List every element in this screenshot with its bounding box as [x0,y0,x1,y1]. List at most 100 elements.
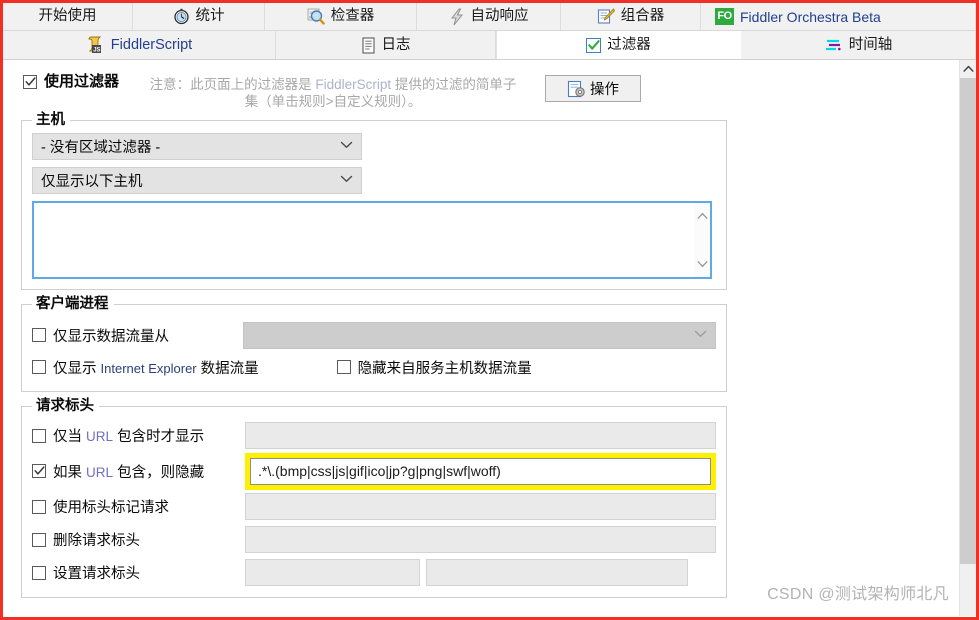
label-part-a: 仅当 [53,429,87,445]
scroll-down-chevron-icon[interactable] [697,255,708,273]
log-page-icon [361,36,376,54]
show-only-hosts-value: 仅显示以下主机 [41,174,143,190]
tab-fiddler-orchestra[interactable]: FO Fiddler Orchestra Beta [701,3,976,30]
request-headers-group: 请求标头 仅当 URL 包含时才显示 如果 URL 包含，则隐藏 .*\.(bm… [21,397,727,598]
zone-filter-select[interactable]: - 没有区域过滤器 - [32,133,362,160]
flag-requests-checkbox[interactable] [32,499,46,514]
note-text-a: 此页面上的过滤器是 [190,77,316,92]
flag-requests-label: 使用标头标记请求 [53,500,169,516]
set-request-header-label: 设置请求标头 [53,566,140,582]
show-traffic-from-label: 仅显示数据流量从 [53,328,169,345]
filters-note: 注意：此页面上的过滤器是 FiddlerScript 提供的过滤的简单子 集（单… [133,75,533,110]
primary-tab-bar: 开始使用 统计 1010 0101 [3,3,976,31]
hosts-textarea[interactable] [32,201,712,279]
hosts-textarea-scrollbar[interactable] [694,203,710,277]
js-scroll-icon: JS [86,36,105,54]
client-process-group: 客户端进程 仅显示数据流量从 仅显示 Internet Explorer 数据流… [21,295,727,392]
chevron-up-icon [962,65,974,72]
tab-get-started[interactable]: 开始使用 [3,3,133,30]
process-select[interactable] [243,321,716,349]
show-ie-traffic-checkbox[interactable] [32,360,46,374]
vertical-scrollbar[interactable] [959,60,976,616]
tab-label: 开始使用 [38,8,97,25]
show-if-url-contains-input[interactable] [245,422,716,449]
tab-label: 组合器 [620,8,665,25]
show-traffic-from-row: 仅显示数据流量从 [32,321,716,349]
delete-request-header-label: 删除请求标头 [53,533,140,549]
tab-label: 时间轴 [848,36,893,53]
tab-statistics[interactable]: 统计 [133,3,265,30]
show-ie-label-b: 数据流量 [196,360,259,377]
set-request-header-name-input[interactable] [245,559,420,586]
tab-label: 检查器 [330,8,375,25]
tab-label: Fiddler Orchestra Beta [740,8,881,25]
show-traffic-from-checkbox[interactable] [32,328,46,342]
fiddler-window: 开始使用 统计 1010 0101 [0,0,979,620]
secondary-tab-bar: JS FiddlerScript 日志 过滤器 时间轴 [3,31,976,60]
client-process-legend: 客户端进程 [32,295,114,313]
clock-icon [173,8,190,25]
tab-label: 日志 [381,36,411,53]
hide-if-url-contains-checkbox[interactable] [32,464,46,478]
check-mark-icon [24,77,36,86]
label-part-b: 包含时才显示 [113,429,205,445]
checkbox-green-icon [586,37,602,53]
timeline-icon [824,37,843,53]
chevron-down-icon [694,330,707,341]
set-request-header-checkbox[interactable] [32,565,46,580]
hide-if-url-contains-row: 如果 URL 包含，则隐藏 .*\.(bmp|css|js|gif|ico|jp… [32,452,716,490]
hide-svchost-checkbox[interactable] [336,360,351,374]
hide-if-url-contains-input[interactable]: .*\.(bmp|css|js|gif|ico|jp?g|png|swf|wof… [250,457,711,485]
watermark-text: CSDN @测试架构师北凡 [767,586,949,603]
filters-form: 使用过滤器 注意：此页面上的过滤器是 FiddlerScript 提供的过滤的简… [3,60,958,616]
tab-timeline[interactable]: 时间轴 [741,31,976,59]
tab-inspectors[interactable]: 1010 0101 检查器 [265,3,417,30]
flag-requests-input[interactable] [245,493,716,520]
flag-requests-row: 使用标头标记请求 [32,490,716,523]
check-mark-icon [33,466,45,475]
request-headers-legend: 请求标头 [32,397,99,415]
scroll-up-chevron-icon[interactable] [697,207,708,225]
tab-fiddlerscript[interactable]: JS FiddlerScript [3,31,276,59]
show-if-url-contains-row: 仅当 URL 包含时才显示 [32,419,716,452]
show-ie-traffic-label: 仅显示 Internet Explorer 数据流量 [53,357,259,378]
pencil-note-icon [597,8,615,25]
filters-pane: 使用过滤器 注意：此页面上的过滤器是 FiddlerScript 提供的过滤的简… [3,60,976,616]
delete-request-header-row: 删除请求标头 [32,523,716,556]
tab-log[interactable]: 日志 [276,31,496,59]
filters-header-row: 使用过滤器 注意：此页面上的过滤器是 FiddlerScript 提供的过滤的简… [3,70,958,116]
chevron-down-icon [340,141,353,152]
url-token: URL [86,429,114,444]
hosts-group-legend: 主机 [32,111,70,129]
tab-autoresponder[interactable]: 自动响应 [417,3,561,30]
use-filters-label: 使用过滤器 [44,73,120,90]
hosts-group: 主机 - 没有区域过滤器 - 仅显示以下主机 [21,111,727,290]
highlight-annotation: .*\.(bmp|css|js|gif|ico|jp?g|png|swf|wof… [245,452,716,490]
tab-label: 自动响应 [470,8,529,25]
set-request-header-value-input[interactable] [426,559,688,586]
show-if-url-contains-checkbox[interactable] [32,428,46,443]
delete-request-header-checkbox[interactable] [32,532,46,547]
show-ie-label-a: 仅显示 [53,360,101,377]
chevron-down-icon [340,175,353,186]
show-only-hosts-select[interactable]: 仅显示以下主机 [32,167,362,194]
svg-text:JS: JS [93,47,100,53]
scrollbar-up-button[interactable] [960,60,976,77]
set-request-header-row: 设置请求标头 [32,556,716,589]
tab-label: FiddlerScript [110,36,193,53]
show-if-url-contains-label: 仅当 URL 包含时才显示 [53,425,245,446]
zone-filter-value: - 没有区域过滤器 - [41,140,161,156]
show-ie-browser-name: Internet Explorer [100,360,197,376]
hide-if-url-contains-label: 如果 URL 包含，则隐藏 [53,461,245,482]
delete-request-header-input[interactable] [245,526,716,553]
tab-label: 过滤器 [607,36,651,53]
hide-svchost-label: 隐藏来自服务主机数据流量 [357,360,532,377]
actions-button[interactable]: 操作 [545,75,642,102]
lightning-icon [449,8,465,26]
magnifier-icon: 1010 0101 [307,8,325,25]
use-filters-checkbox[interactable] [23,75,37,89]
scrollbar-thumb[interactable] [960,78,976,564]
tab-composer[interactable]: 组合器 [561,3,701,30]
tab-filters[interactable]: 过滤器 [496,31,741,59]
note-text-b: 提供的过滤的简单子 [391,77,517,92]
